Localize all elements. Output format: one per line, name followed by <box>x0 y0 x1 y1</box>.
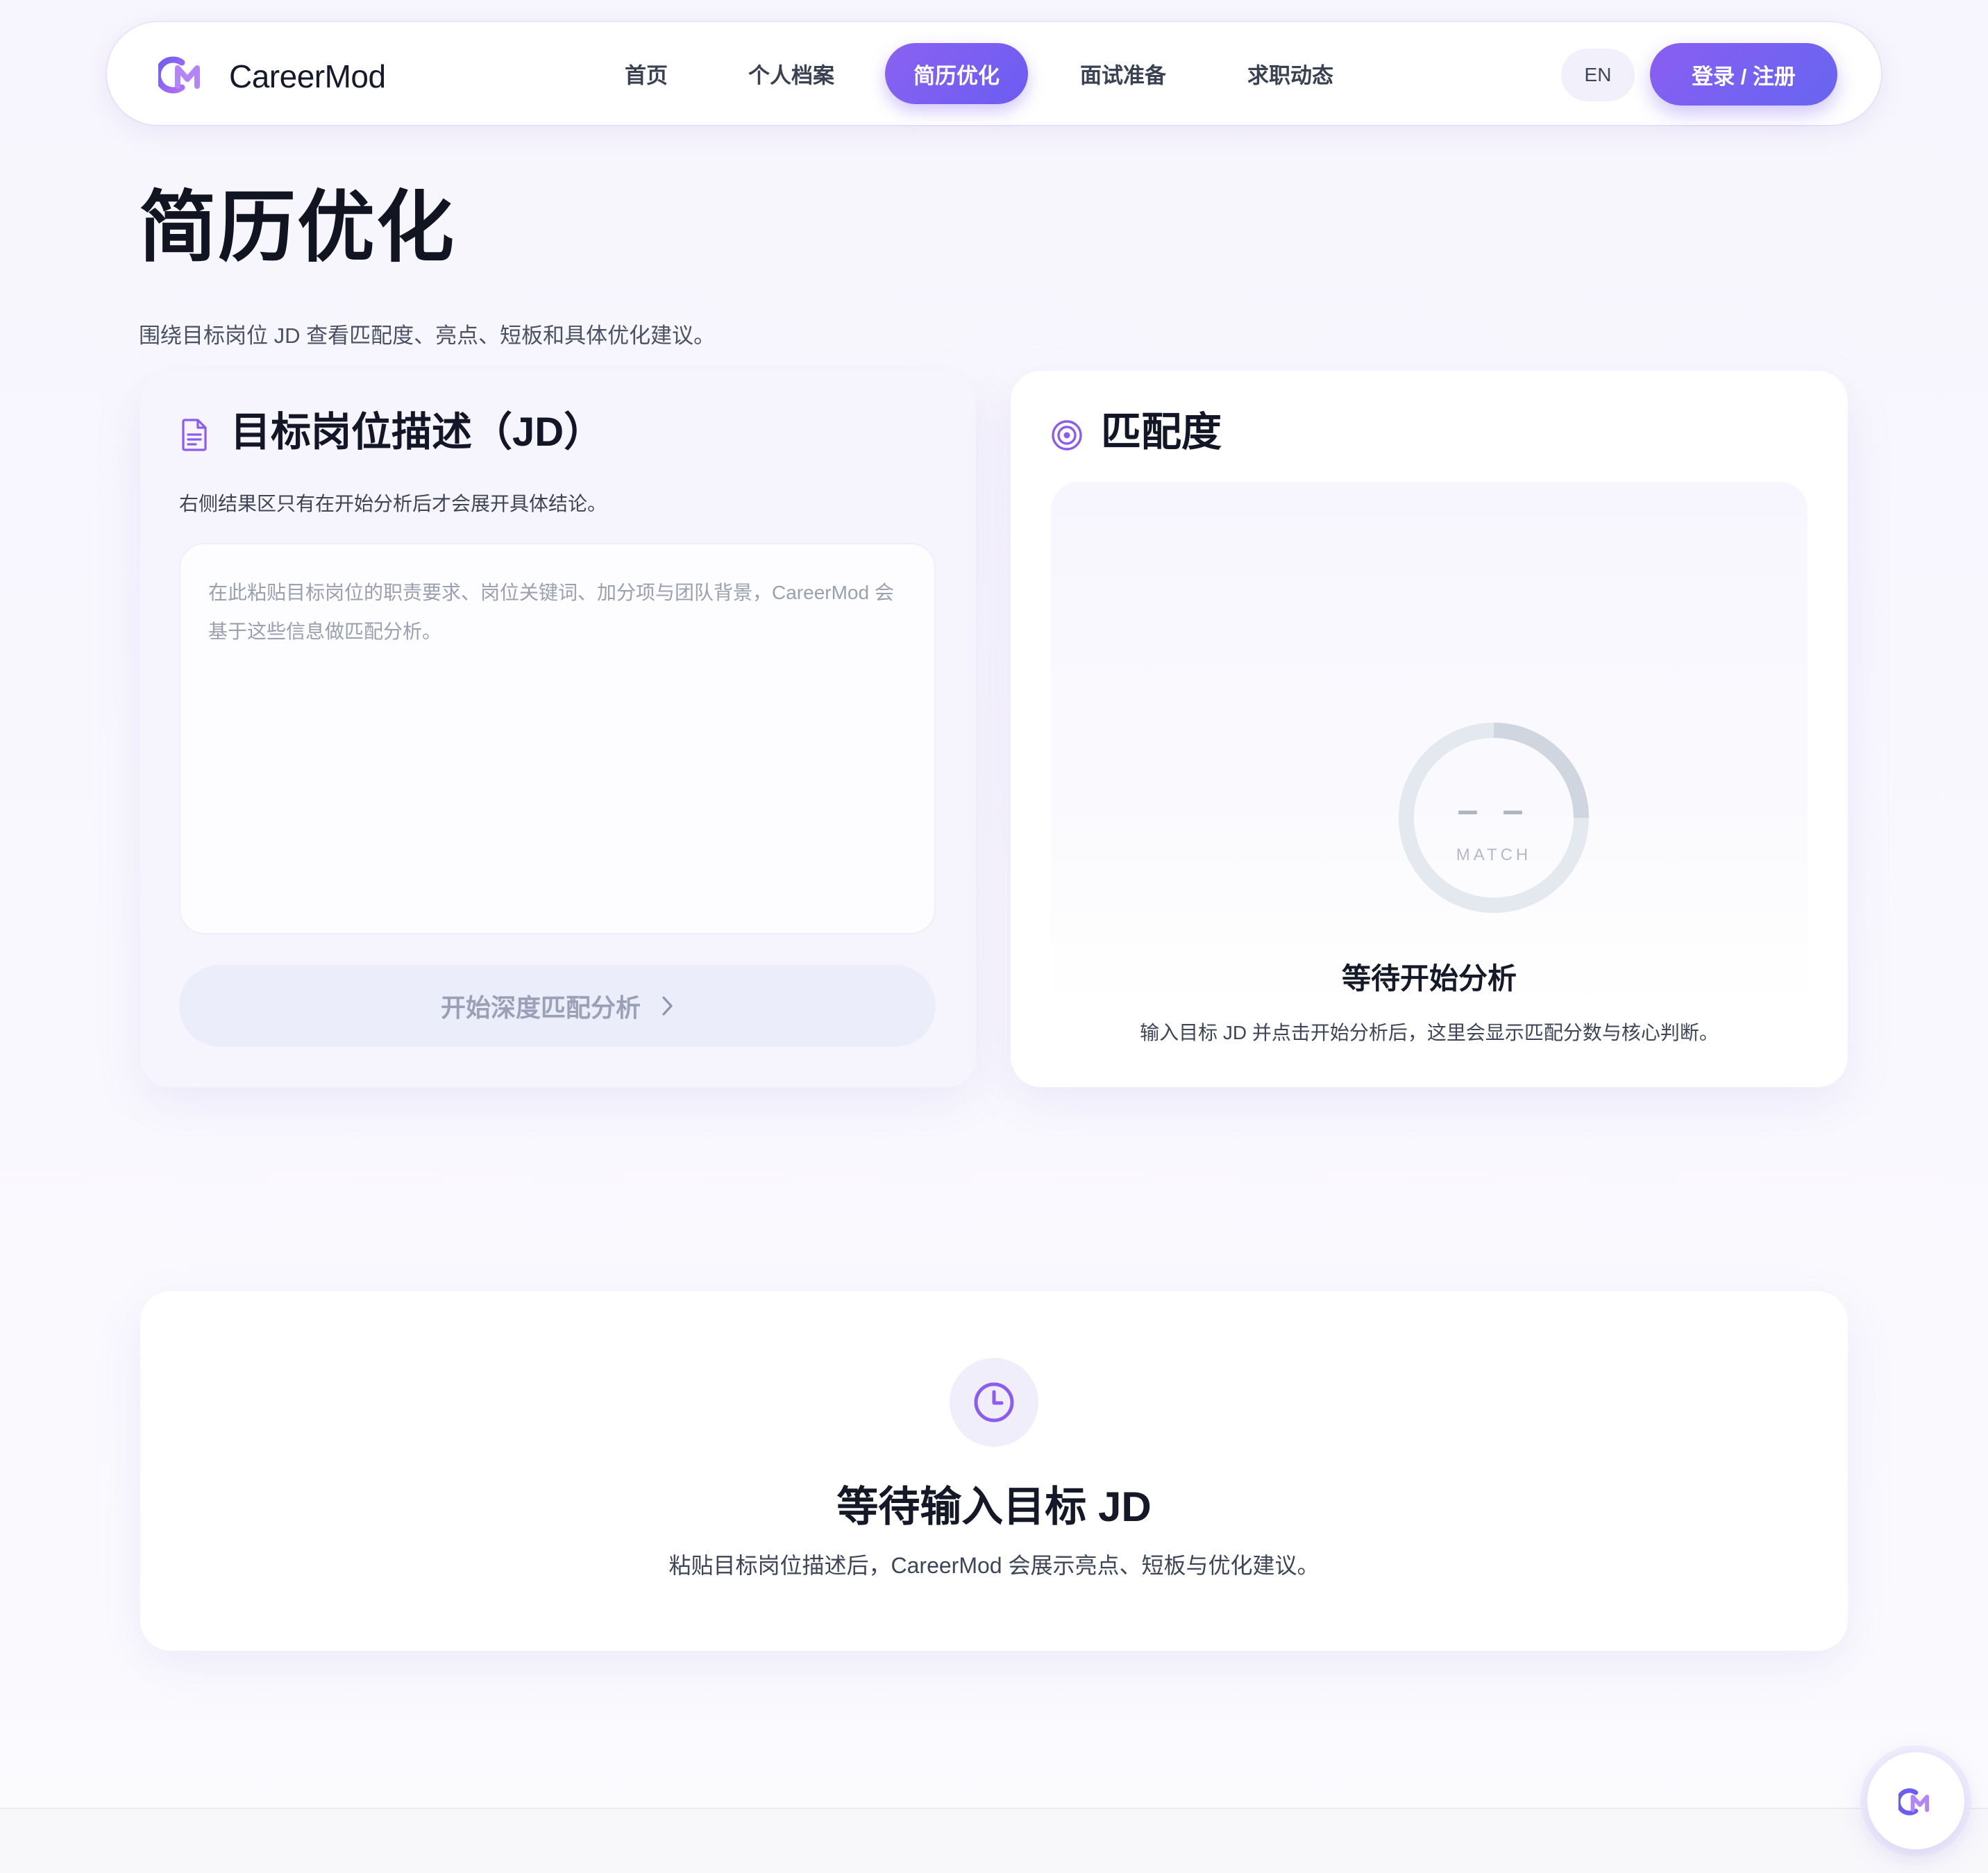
careermod-logo-icon[interactable] <box>158 53 205 94</box>
match-waiting-description: 输入目标 JD 并点击开始分析后，这里会显示匹配分数与核心判断。 <box>1140 1022 1719 1043</box>
match-score-ring: – – MATCH <box>1398 722 1590 914</box>
nav-item-resume-optimize[interactable]: 简历优化 <box>885 43 1028 104</box>
match-result-panel: – – MATCH 等待开始分析 输入目标 JD 并点击开始分析后，这里会显示匹… <box>1051 482 1808 1043</box>
jd-textarea[interactable] <box>179 543 936 934</box>
floating-assistant-button[interactable] <box>1867 1752 1964 1849</box>
jd-input-card: 目标岗位描述（JD） 右侧结果区只有在开始分析后才会展开具体结论。 开始深度匹配… <box>140 371 976 1087</box>
page-title: 简历优化 <box>139 184 455 271</box>
nav-item-profile[interactable]: 个人档案 <box>748 58 834 90</box>
insights-placeholder-card: 等待输入目标 JD 粘贴目标岗位描述后，CareerMod 会展示亮点、短板与优… <box>140 1291 1848 1651</box>
insights-waiting-description: 粘贴目标岗位描述后，CareerMod 会展示亮点、短板与优化建议。 <box>668 1553 1320 1578</box>
login-register-button[interactable]: 登录 / 注册 <box>1650 43 1837 106</box>
match-card-title: 匹配度 <box>1101 410 1222 455</box>
chevron-right-icon <box>662 996 673 1016</box>
nav-item-interview-prep[interactable]: 面试准备 <box>1080 58 1166 90</box>
start-analysis-button[interactable]: 开始深度匹配分析 <box>179 965 936 1047</box>
brand-name[interactable]: CareerMod <box>229 58 386 95</box>
footer-divider <box>0 1808 1988 1873</box>
clock-icon-badge <box>950 1358 1038 1447</box>
language-toggle-button[interactable]: EN <box>1561 49 1635 101</box>
jd-card-title: 目标岗位描述（JD） <box>230 410 605 455</box>
insights-waiting-title: 等待输入目标 JD <box>836 1484 1152 1530</box>
target-icon <box>1052 420 1082 451</box>
careermod-assistant-icon <box>1898 1788 1930 1815</box>
match-score-value: – – <box>1457 789 1531 831</box>
document-icon <box>182 419 207 451</box>
nav-item-home[interactable]: 首页 <box>625 58 668 90</box>
page-subtitle: 围绕目标岗位 JD 查看匹配度、亮点、短板和具体优化建议。 <box>139 324 716 348</box>
match-score-card: 匹配度 – – MATCH 等待开始分析 输入目标 JD 并点击开始分析后，这里… <box>1011 371 1848 1087</box>
match-score-label: MATCH <box>1456 846 1532 864</box>
match-waiting-title: 等待开始分析 <box>1341 962 1517 995</box>
clock-icon <box>974 1382 1014 1422</box>
nav-item-job-updates[interactable]: 求职动态 <box>1247 58 1333 90</box>
top-navbar: CareerMod 首页 个人档案 简历优化 面试准备 求职动态 EN 登录 /… <box>107 22 1881 125</box>
start-analysis-label: 开始深度匹配分析 <box>440 993 641 1022</box>
jd-card-hint: 右侧结果区只有在开始分析后才会展开具体结论。 <box>179 493 607 514</box>
